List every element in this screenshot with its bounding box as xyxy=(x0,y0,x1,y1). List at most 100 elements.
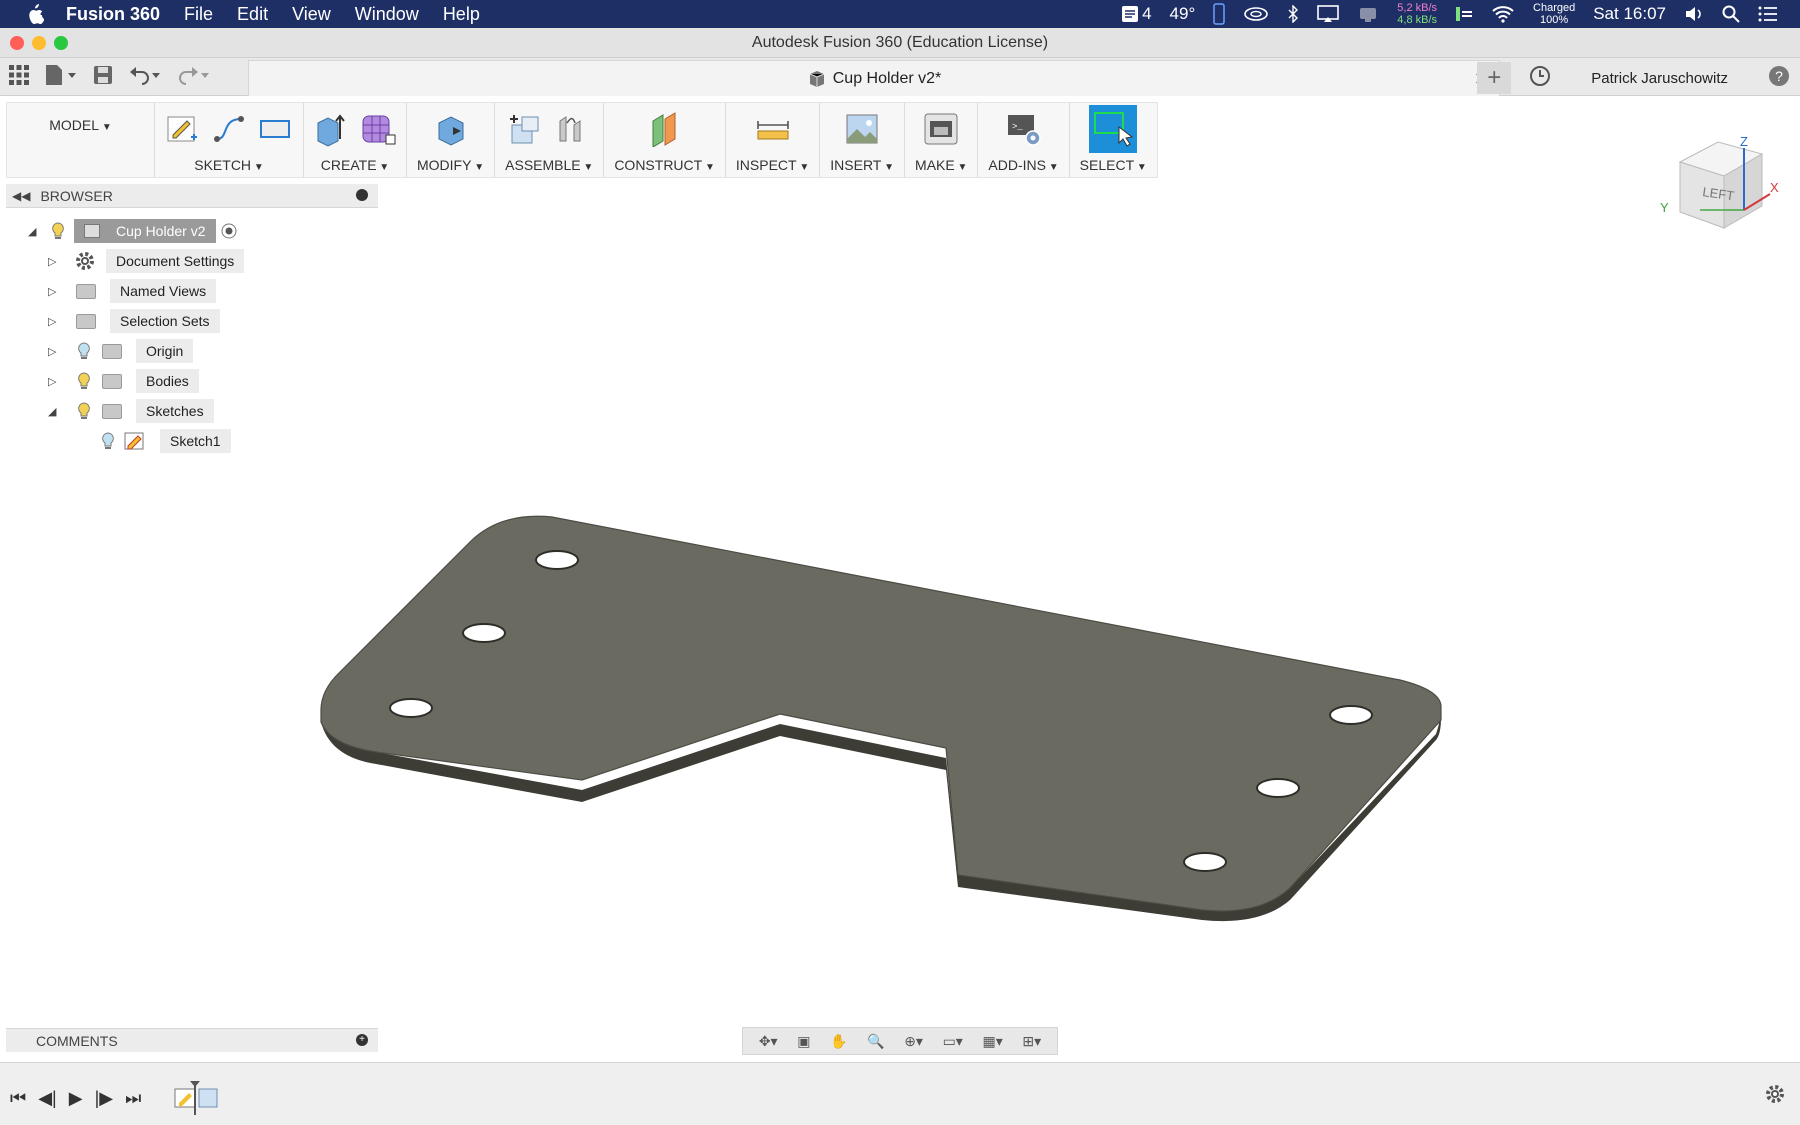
save-icon[interactable] xyxy=(92,64,114,91)
tree-row-bodies[interactable]: ▷ Bodies xyxy=(48,368,199,394)
display-settings-icon[interactable]: ▭▾ xyxy=(943,1033,963,1050)
comments-panel-header[interactable]: COMMENTS + xyxy=(6,1028,378,1052)
battery-status[interactable]: Charged 100% xyxy=(1533,2,1575,26)
ribbon-label-addins[interactable]: ADD-INS xyxy=(988,157,1058,173)
wifi-icon[interactable] xyxy=(1491,5,1515,23)
tree-row-document-settings[interactable]: ▷ Document Settings xyxy=(48,248,245,274)
clock[interactable]: Sat 16:07 xyxy=(1593,4,1666,24)
tree-row-selection-sets[interactable]: ▷ Selection Sets xyxy=(48,308,220,334)
form-icon[interactable] xyxy=(360,111,396,147)
go-to-end-icon[interactable]: ⏭ xyxy=(125,1088,141,1109)
expand-triangle-icon[interactable]: ▷ xyxy=(48,255,60,268)
ribbon-label-select[interactable]: SELECT xyxy=(1080,157,1147,173)
phone-icon[interactable] xyxy=(1213,3,1226,25)
volume-icon[interactable] xyxy=(1684,5,1704,23)
viewcube[interactable]: LEFT Z X Y xyxy=(1660,130,1780,240)
collapse-triangle-icon[interactable]: ◢ xyxy=(48,405,60,418)
step-back-icon[interactable]: ◀| xyxy=(38,1088,57,1109)
zoom-icon[interactable]: 🔍 xyxy=(867,1033,884,1050)
bluetooth-icon[interactable] xyxy=(1287,5,1299,23)
collapse-triangle-icon[interactable]: ◢ xyxy=(28,225,40,238)
tree-row-sketch1[interactable]: Sketch1 xyxy=(100,428,231,454)
close-window-button[interactable] xyxy=(10,36,24,50)
extrude-icon[interactable] xyxy=(314,111,350,147)
ribbon-label-assemble[interactable]: ASSEMBLE xyxy=(505,157,593,173)
user-name[interactable]: Patrick Jaruschowitz xyxy=(1591,70,1728,87)
add-comment-icon[interactable]: + xyxy=(356,1034,368,1046)
rectangle-icon[interactable] xyxy=(257,111,293,147)
step-forward-icon[interactable]: |▶ xyxy=(95,1088,114,1109)
help-icon[interactable]: ? xyxy=(1768,65,1790,91)
ribbon-label-inspect[interactable]: INSPECT xyxy=(736,157,809,173)
visibility-bulb-icon[interactable] xyxy=(76,401,92,421)
apple-icon[interactable] xyxy=(24,3,48,25)
cloud-icon[interactable] xyxy=(1243,5,1269,23)
ribbon-label-construct[interactable]: CONSTRUCT xyxy=(614,157,715,173)
tree-row-named-views[interactable]: ▷ Named Views xyxy=(48,278,217,304)
fit-icon[interactable]: ⊕▾ xyxy=(904,1033,923,1050)
offset-plane-icon[interactable] xyxy=(647,111,683,147)
press-pull-icon[interactable] xyxy=(433,111,469,147)
settings-icon[interactable] xyxy=(1764,1083,1786,1110)
ribbon-label-create[interactable]: CREATE xyxy=(321,157,389,173)
menu-file[interactable]: File xyxy=(184,4,213,25)
network-speed[interactable]: 5,2 kB/s 4,8 kB/s xyxy=(1397,2,1437,26)
expand-triangle-icon[interactable]: ▷ xyxy=(48,345,60,358)
display-icon[interactable] xyxy=(1357,5,1379,23)
measure-icon[interactable] xyxy=(755,111,791,147)
zoom-window-button[interactable] xyxy=(54,36,68,50)
grid-settings-icon[interactable]: ▦▾ xyxy=(982,1033,1002,1050)
grid-icon[interactable] xyxy=(8,64,30,91)
viewports-icon[interactable]: ⊞▾ xyxy=(1022,1033,1041,1050)
tree-row-sketches[interactable]: ◢ Sketches xyxy=(48,398,214,424)
visibility-bulb-icon[interactable] xyxy=(76,371,92,391)
expand-triangle-icon[interactable]: ▷ xyxy=(48,315,60,328)
notification-status[interactable]: 4 xyxy=(1121,4,1152,24)
insert-image-icon[interactable] xyxy=(844,111,880,147)
play-icon[interactable]: ▶ xyxy=(69,1088,83,1109)
minimize-window-button[interactable] xyxy=(32,36,46,50)
menu-view[interactable]: View xyxy=(292,4,331,25)
ribbon-label-modify[interactable]: MODIFY xyxy=(417,157,484,173)
memory-icon[interactable] xyxy=(1455,5,1473,23)
expand-triangle-icon[interactable]: ▷ xyxy=(48,375,60,388)
go-to-start-icon[interactable]: ⏮ xyxy=(10,1088,26,1109)
workspace-switcher[interactable]: MODEL xyxy=(7,103,155,177)
pan-icon[interactable]: ✋ xyxy=(830,1033,847,1050)
document-tab[interactable]: Cup Holder v2* ✕ xyxy=(248,60,1500,96)
orbit-icon[interactable]: ✥▾ xyxy=(759,1033,778,1050)
undo-icon[interactable] xyxy=(128,64,162,91)
visibility-bulb-icon[interactable] xyxy=(50,221,66,241)
ribbon-label-insert[interactable]: INSERT xyxy=(830,157,894,173)
ribbon-label-sketch[interactable]: SKETCH xyxy=(194,157,263,173)
timeline-features[interactable] xyxy=(173,1081,221,1115)
menu-app-name[interactable]: Fusion 360 xyxy=(66,4,160,25)
visibility-bulb-icon[interactable] xyxy=(76,341,92,361)
notification-center-icon[interactable] xyxy=(1758,6,1778,22)
activate-radio-icon[interactable] xyxy=(220,222,238,240)
joint-icon[interactable] xyxy=(554,111,590,147)
plus-icon[interactable]: + xyxy=(1477,62,1512,94)
menu-window[interactable]: Window xyxy=(355,4,419,25)
ribbon-label-make[interactable]: MAKE xyxy=(915,157,967,173)
look-at-icon[interactable]: ▣ xyxy=(797,1033,810,1050)
file-icon[interactable] xyxy=(44,64,78,91)
pin-panel-icon[interactable] xyxy=(356,189,368,201)
airplay-icon[interactable] xyxy=(1317,5,1340,23)
menu-edit[interactable]: Edit xyxy=(237,4,268,25)
collapse-panel-icon[interactable]: ◀◀ xyxy=(12,189,30,203)
select-icon[interactable] xyxy=(1089,105,1138,153)
redo-icon[interactable] xyxy=(176,64,210,91)
scripts-addins-icon[interactable]: >_ xyxy=(1006,111,1042,147)
menu-help[interactable]: Help xyxy=(443,4,480,25)
visibility-bulb-icon[interactable] xyxy=(100,431,116,451)
expand-triangle-icon[interactable]: ▷ xyxy=(48,285,60,298)
line-icon[interactable] xyxy=(211,111,247,147)
tree-row-root[interactable]: ◢ Cup Holder v2 xyxy=(28,218,238,244)
new-component-icon[interactable] xyxy=(508,111,544,147)
temperature-status[interactable]: 49° xyxy=(1170,4,1196,24)
spotlight-search-icon[interactable] xyxy=(1722,5,1740,23)
clock-icon[interactable] xyxy=(1529,65,1551,91)
tree-row-origin[interactable]: ▷ Origin xyxy=(48,338,194,364)
3d-print-icon[interactable] xyxy=(923,111,959,147)
